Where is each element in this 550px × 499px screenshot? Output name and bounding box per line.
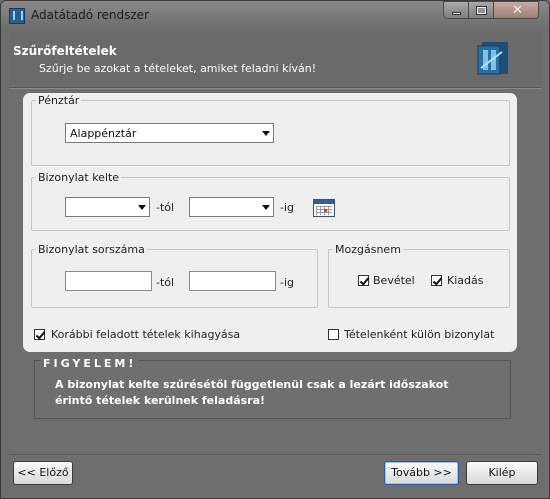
- skip-previous-checkbox[interactable]: [34, 329, 45, 340]
- date-from-suffix: -tól: [156, 201, 175, 214]
- mozgasnem-legend: Mozgásnem: [335, 243, 401, 256]
- next-button[interactable]: Tovább >>: [384, 461, 459, 485]
- calendar-icon[interactable]: [313, 199, 335, 217]
- exit-button[interactable]: Kilép: [466, 461, 538, 485]
- chevron-down-icon: [258, 125, 272, 141]
- number-from-input[interactable]: [65, 271, 152, 291]
- number-from-suffix: -tól: [156, 276, 175, 289]
- page-title: Szűrőfeltételek: [13, 44, 117, 58]
- date-from-select[interactable]: [65, 197, 150, 217]
- number-to-suffix: -ig: [280, 276, 295, 289]
- wizard-window: Adatátadó rendszer ✕ Szűrőfeltételek Szű…: [0, 0, 550, 499]
- minimize-button[interactable]: [443, 1, 469, 19]
- skip-previous-label[interactable]: Korábbi feladott tételek kihagyása: [51, 328, 240, 341]
- kiadas-checkbox[interactable]: [431, 275, 442, 286]
- window-title: Adatátadó rendszer: [31, 8, 150, 22]
- filter-panel: Pénztár Alappénztár Bizonylat kelte -tól…: [23, 93, 517, 352]
- button-bar: [9, 454, 541, 491]
- separate-document-checkbox[interactable]: [328, 329, 339, 340]
- penztar-value: Alappénztár: [70, 127, 137, 140]
- previous-button[interactable]: << Előző: [13, 461, 73, 485]
- separate-document-label[interactable]: Tételenként külön bizonylat: [344, 328, 494, 341]
- close-button[interactable]: ✕: [493, 1, 539, 19]
- title-bar[interactable]: Adatátadó rendszer ✕: [1, 1, 549, 31]
- warning-title: FIGYELEM!: [41, 357, 139, 370]
- app-logo-icon: [477, 42, 508, 75]
- close-icon: ✕: [512, 3, 523, 18]
- date-to-select[interactable]: [189, 197, 274, 217]
- chevron-down-icon: [134, 199, 148, 215]
- wizard-header: Szűrőfeltételek Szűrje be azokat a tétel…: [9, 32, 541, 84]
- bevetel-label[interactable]: Bevétel: [373, 274, 415, 287]
- minimize-icon: [452, 12, 461, 15]
- bizonylat-kelte-legend: Bizonylat kelte: [38, 171, 120, 184]
- app-icon: [9, 8, 25, 24]
- header-separator: [9, 87, 541, 89]
- warning-text: A bizonylat kelte szűrésétől függetlenül…: [55, 378, 449, 407]
- maximize-icon: [476, 6, 487, 15]
- page-subtitle: Szűrje be azokat a tételeket, amiket fel…: [39, 62, 317, 75]
- bevetel-checkbox[interactable]: [358, 275, 369, 286]
- chevron-down-icon: [258, 199, 272, 215]
- date-to-suffix: -ig: [280, 201, 295, 214]
- number-to-input[interactable]: [189, 271, 276, 291]
- maximize-button[interactable]: [468, 1, 494, 19]
- bizonylat-sorszama-legend: Bizonylat sorszáma: [38, 243, 145, 256]
- penztar-legend: Pénztár: [38, 94, 80, 107]
- penztar-select[interactable]: Alappénztár: [65, 123, 274, 143]
- kiadas-label[interactable]: Kiadás: [447, 274, 483, 287]
